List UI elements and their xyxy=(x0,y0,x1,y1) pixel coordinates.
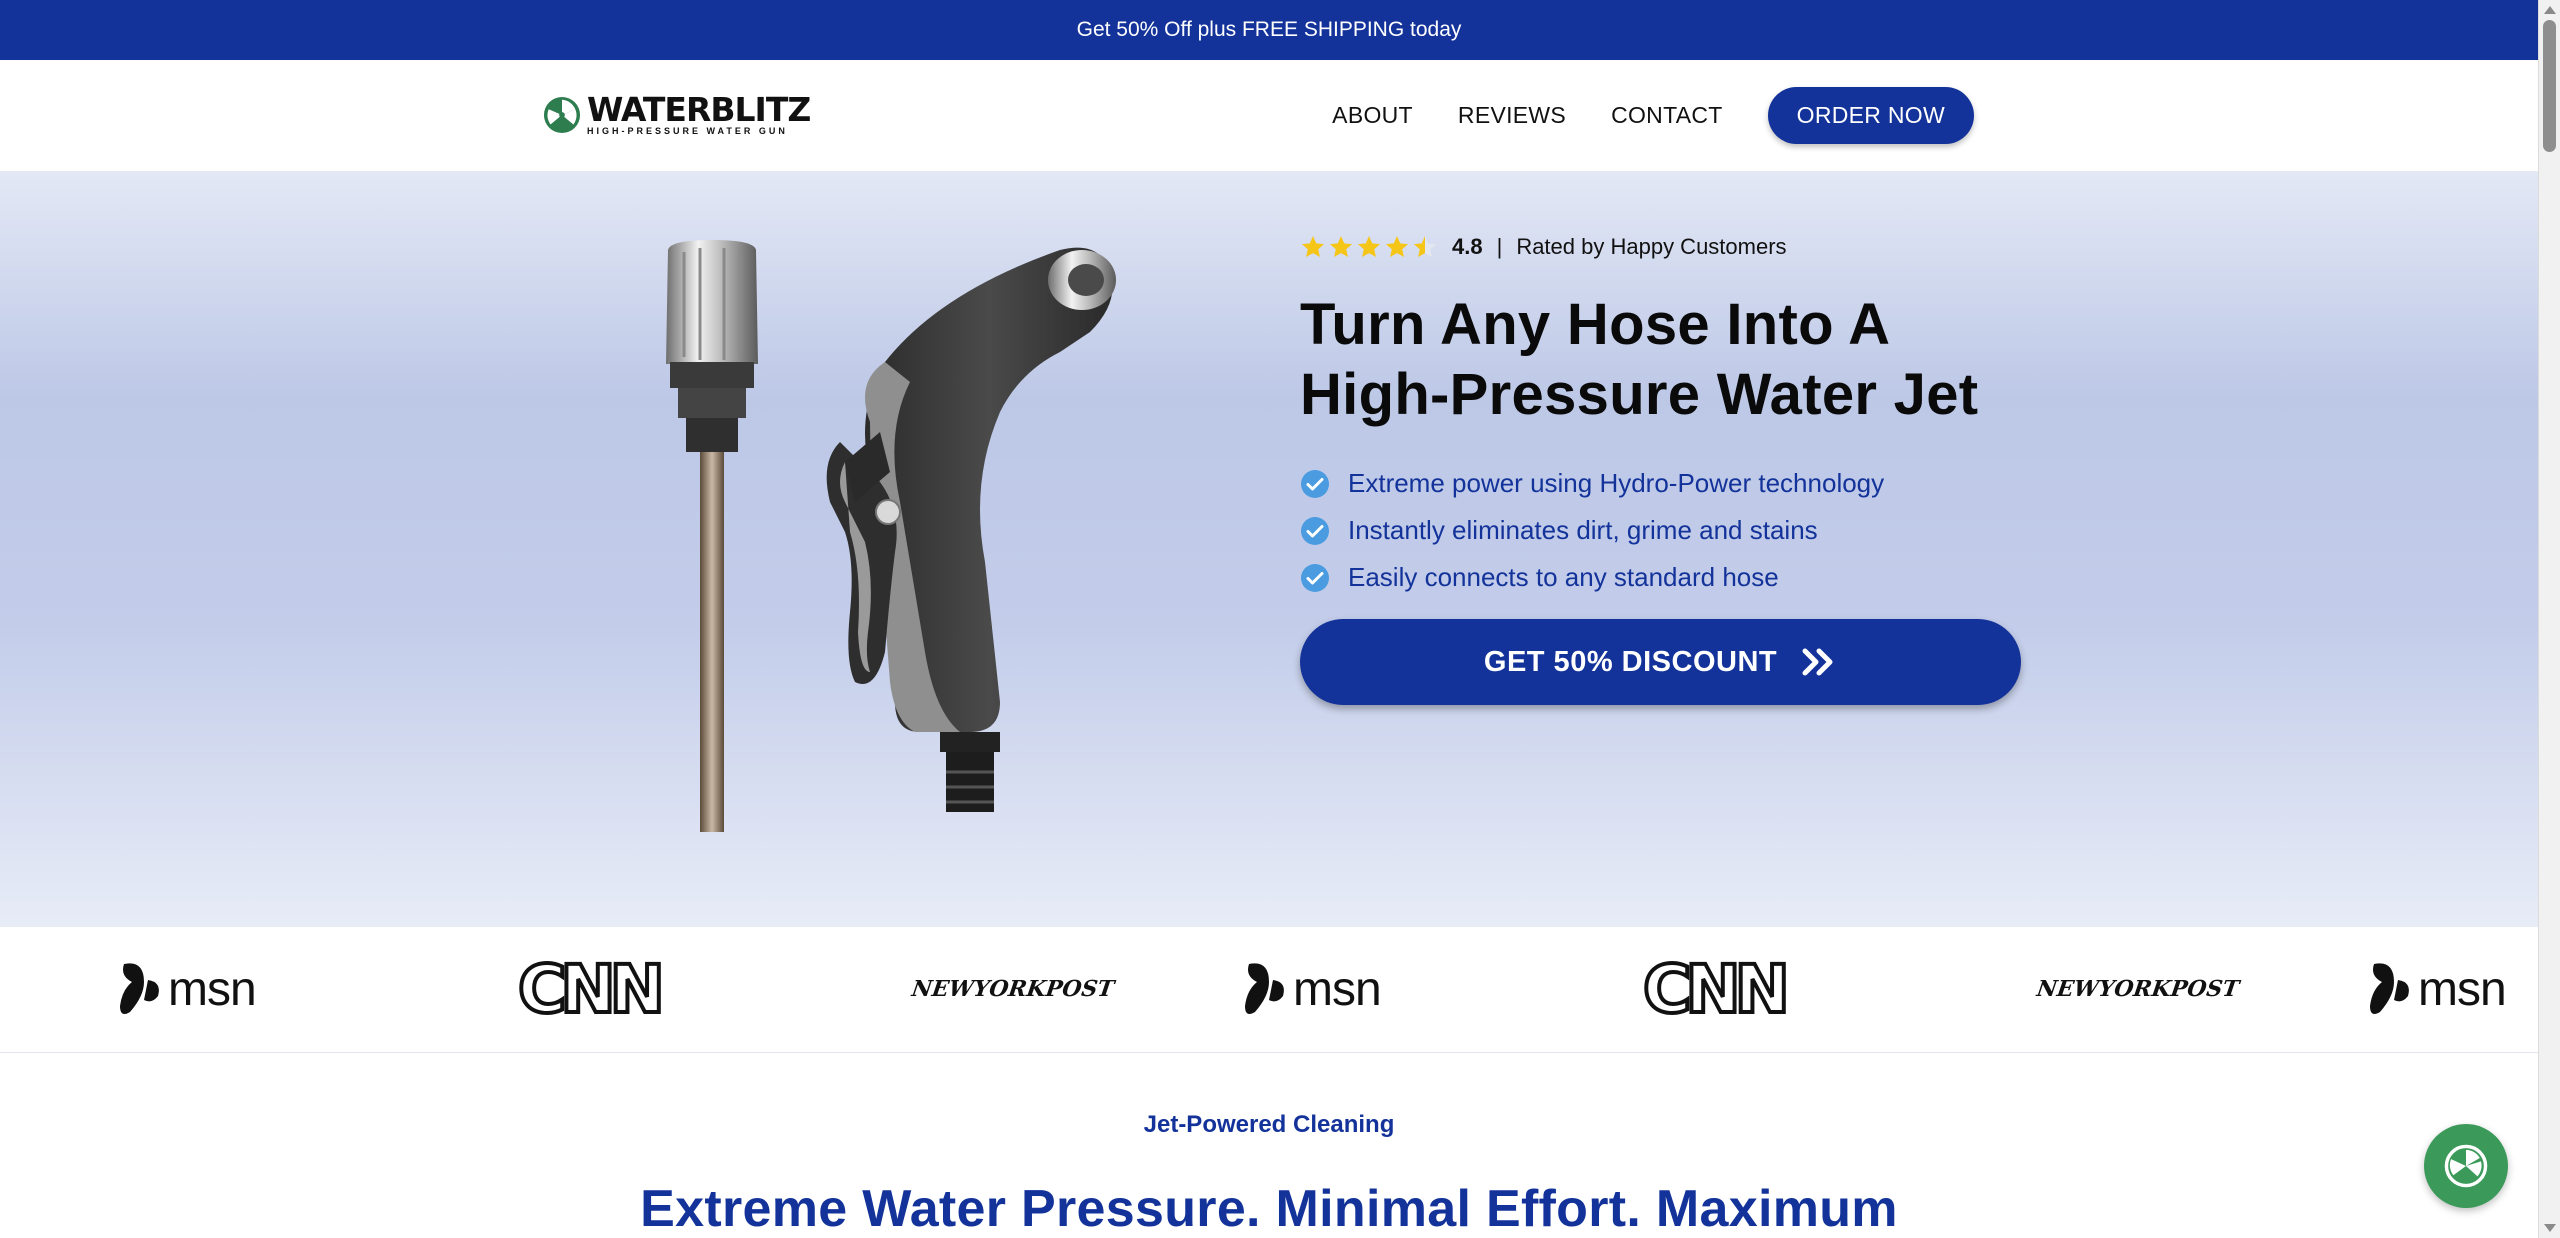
check-circle-icon xyxy=(1301,516,1329,545)
nyp-line-1: NEW xyxy=(2035,975,2101,1002)
discount-button-label: GET 50% DISCOUNT xyxy=(1483,645,1778,678)
press-logos-strip: msn CNN NEW YORK POST msn CNN NEW YORK P… xyxy=(0,927,2538,1053)
brand-name: WATERBLITZ xyxy=(587,90,811,129)
order-now-button[interactable]: ORDER NOW xyxy=(1767,87,1974,144)
msn-logo: msn xyxy=(118,957,257,1021)
feature-item: Instantly eliminates dirt, grime and sta… xyxy=(1300,507,1884,554)
rating-separator: | xyxy=(1496,234,1503,259)
msn-wordmark: msn xyxy=(2418,962,2507,1016)
page: Get 50% Off plus FREE SHIPPING today WAT… xyxy=(0,0,2538,1238)
feature-text: Easily connects to any standard hose xyxy=(1348,562,1779,592)
msn-logo: msn xyxy=(1243,957,1382,1021)
msn-logo: msn xyxy=(2368,957,2507,1021)
star-icon xyxy=(1301,236,1325,257)
butterfly-icon xyxy=(2370,963,2409,1014)
scroll-down-arrow-icon[interactable] xyxy=(2544,1224,2556,1232)
feature-text: Instantly eliminates dirt, grime and sta… xyxy=(1348,515,1818,545)
hero-section: 4.8 | Rated by Happy Customers Turn Any … xyxy=(0,172,2538,927)
msn-wordmark: msn xyxy=(1293,962,1382,1016)
star-icon xyxy=(1357,236,1381,257)
product-image xyxy=(666,240,1116,832)
nyp-line-2: YORK xyxy=(971,975,1048,1002)
brand-logo[interactable]: WATERBLITZ HIGH-PRESSURE WATER GUN xyxy=(543,90,811,136)
butterfly-icon xyxy=(1245,963,1284,1014)
star-icon xyxy=(1329,236,1353,257)
rating-summary: 4.8 | Rated by Happy Customers xyxy=(1300,234,1787,260)
section-eyebrow: Jet-Powered Cleaning xyxy=(1143,1111,1395,1138)
cnn-wordmark: CNN xyxy=(516,949,667,1030)
star-icon xyxy=(1385,236,1409,257)
new-york-post-logo: NEW YORK POST xyxy=(908,957,1119,1021)
brand-chat-icon xyxy=(2444,1144,2488,1188)
chat-widget-button[interactable] xyxy=(2424,1124,2508,1208)
nyp-line-1: NEW xyxy=(910,975,976,1002)
logo-icon xyxy=(543,96,581,133)
nyp-line-2: YORK xyxy=(2096,975,2173,1002)
check-circle-icon xyxy=(1301,469,1329,498)
nav-reviews[interactable]: REVIEWS xyxy=(1458,102,1566,129)
feature-item: Extreme power using Hydro-Power technolo… xyxy=(1300,460,1884,507)
rating-score: 4.8 xyxy=(1452,234,1483,259)
hero-title-line-1: Turn Any Hose Into A xyxy=(1300,292,1891,357)
feature-item: Easily connects to any standard hose xyxy=(1300,554,1884,601)
get-discount-button[interactable]: GET 50% DISCOUNT xyxy=(1300,619,2021,705)
nyp-line-3: POST xyxy=(1044,975,1116,1002)
nyp-line-3: POST xyxy=(2169,975,2241,1002)
hero-title-line-2: High-Pressure Water Jet xyxy=(1300,362,1979,427)
rating-label: Rated by Happy Customers xyxy=(1516,234,1787,259)
butterfly-icon xyxy=(120,963,159,1014)
section-title: Extreme Water Pressure. Minimal Effort. … xyxy=(640,1180,1898,1238)
announcement-text: Get 50% Off plus FREE SHIPPING today xyxy=(1076,18,1462,41)
nav-about[interactable]: ABOUT xyxy=(1332,102,1413,129)
announcement-bar: Get 50% Off plus FREE SHIPPING today xyxy=(0,0,2538,60)
scrollbar-thumb[interactable] xyxy=(2543,20,2556,152)
star-rating xyxy=(1300,234,1438,260)
msn-wordmark: msn xyxy=(168,962,257,1016)
scroll-up-arrow-icon[interactable] xyxy=(2544,6,2556,14)
main-nav: ABOUT REVIEWS CONTACT ORDER NOW xyxy=(1332,87,1974,144)
benefits-section: Jet-Powered Cleaning Extreme Water Press… xyxy=(0,1053,2538,1238)
new-york-post-logo: NEW YORK POST xyxy=(2033,957,2244,1021)
check-circle-icon xyxy=(1301,563,1329,592)
hero-title: Turn Any Hose Into A High-Pressure Water… xyxy=(1300,290,2060,430)
feature-text: Extreme power using Hydro-Power technolo… xyxy=(1348,468,1885,498)
brand-tagline: HIGH-PRESSURE WATER GUN xyxy=(587,126,788,136)
site-header: WATERBLITZ HIGH-PRESSURE WATER GUN ABOUT… xyxy=(0,60,2538,172)
cnn-logo: CNN xyxy=(516,949,667,1030)
cnn-wordmark: CNN xyxy=(1641,949,1792,1030)
feature-list: Extreme power using Hydro-Power technolo… xyxy=(1300,460,1884,601)
nav-contact[interactable]: CONTACT xyxy=(1611,102,1723,129)
vertical-scrollbar[interactable] xyxy=(2538,0,2560,1238)
half-star-icon xyxy=(1413,236,1437,257)
double-chevron-right-icon xyxy=(1802,648,1833,676)
cnn-logo: CNN xyxy=(1641,949,1792,1030)
